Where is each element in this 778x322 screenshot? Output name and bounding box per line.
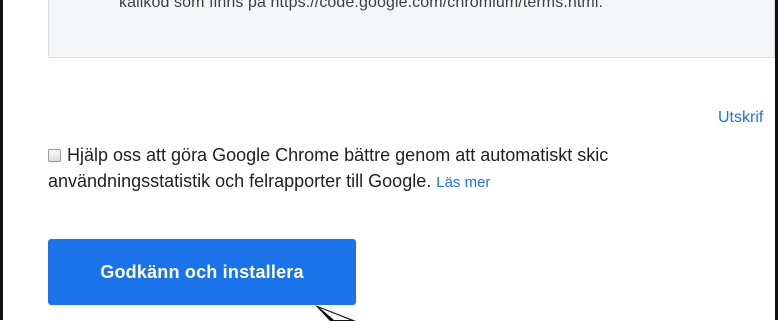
usage-stats-consent: Hjälp oss att göra Google Chrome bättre … [48, 142, 778, 196]
usage-stats-checkbox[interactable] [48, 149, 61, 162]
screen-frame-left [0, 0, 3, 320]
consent-line-1: Hjälp oss att göra Google Chrome bättre … [48, 142, 778, 168]
terms-text-box[interactable]: källkod som finns på https://code.google… [48, 0, 775, 58]
mouse-pointer-icon [315, 305, 356, 321]
learn-more-link[interactable]: Läs mer [436, 174, 490, 191]
consent-text-1: Hjälp oss att göra Google Chrome bättre … [67, 145, 609, 165]
consent-text-2: användningsstatistik och felrapporter ti… [48, 171, 432, 191]
consent-line-2: användningsstatistik och felrapporter ti… [48, 168, 778, 196]
terms-text: källkod som finns på https://code.google… [119, 0, 604, 11]
print-link[interactable]: Utskrif [718, 109, 763, 127]
accept-and-install-button[interactable]: Godkänn och installera [48, 239, 356, 305]
